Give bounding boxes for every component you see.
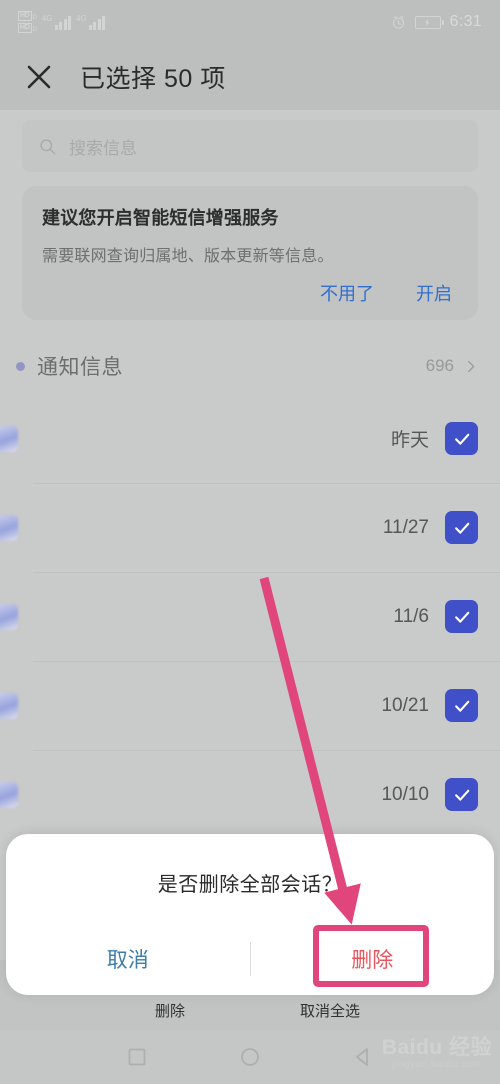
app-bar: 已选择 50 项 — [0, 44, 500, 110]
contact-avatar — [0, 603, 18, 630]
home-circle-icon[interactable] — [238, 1045, 262, 1069]
hd-badge-sim1: HD — [18, 11, 32, 21]
highlight-rectangle — [313, 925, 429, 987]
toolbar-deselect-all-label: 取消全选 — [299, 1002, 360, 1020]
back-triangle-icon[interactable] — [351, 1045, 375, 1069]
promo-title: 建议您开启智能短信增强服务 — [42, 208, 279, 228]
notification-section-header[interactable]: 通知信息 696 — [0, 344, 500, 388]
watermark-sub: jingyan.baidu.com — [392, 1059, 482, 1070]
watermark-main: Baidu 经验 — [381, 1036, 492, 1059]
hd-badge-sim2: HD — [18, 23, 32, 33]
contact-avatar — [0, 692, 18, 719]
conversation-row[interactable]: 10/21 — [0, 661, 500, 750]
conversation-date: 11/6 — [393, 605, 429, 627]
conversation-date: 10/21 — [381, 694, 429, 716]
promo-subtitle: 需要联网查询归属地、版本更新等信息。 — [42, 248, 334, 265]
signal-group-2: 4G — [76, 13, 106, 30]
page-title: 已选择 50 项 — [80, 65, 226, 93]
contact-avatar — [0, 514, 18, 541]
search-icon — [40, 138, 56, 154]
conversation-row[interactable]: 11/27 — [0, 483, 500, 572]
network-type-label-2: 4G — [76, 13, 87, 23]
status-bar-clock: 6:31 — [449, 13, 482, 30]
promo-actions: 不用了 开启 — [42, 280, 458, 310]
dialog-cancel-button[interactable]: 取消 — [6, 944, 250, 974]
conversation-list: 昨天 11/27 11/6 10/21 10/10 — [0, 394, 500, 839]
section-title: 通知信息 — [37, 356, 123, 379]
toolbar-delete-label: 删除 — [154, 1002, 185, 1020]
close-icon[interactable] — [24, 62, 54, 92]
section-count: 696 — [425, 356, 454, 375]
smart-sms-promo-card: 建议您开启智能短信增强服务 需要联网查询归属地、版本更新等信息。 不用了 开启 — [22, 186, 478, 320]
recents-square-icon[interactable] — [125, 1045, 149, 1069]
network-type-label-1: 4G — [41, 13, 53, 23]
conversation-checkbox[interactable] — [445, 689, 478, 722]
conversation-checkbox[interactable] — [445, 422, 478, 455]
signal-group-1: 4G — [41, 13, 72, 30]
unread-dot-icon — [16, 361, 25, 371]
volte-sub-sim2: D — [32, 27, 37, 33]
checkmark-icon — [454, 789, 469, 801]
search-input[interactable]: 搜索信息 — [22, 120, 478, 172]
signal-bars-icon-2 — [88, 15, 106, 30]
checkmark-icon — [454, 611, 469, 623]
volte-icon-sim1: HD D — [18, 11, 37, 21]
volte-sub-sim1: D — [32, 15, 37, 21]
phone-screen: HD D HD D 4G 4G 6:31 已选择 50 项 搜索信息 建议您开启… — [0, 0, 500, 1084]
conversation-row[interactable]: 11/6 — [0, 572, 500, 661]
checkmark-icon — [454, 700, 469, 712]
conversation-row[interactable]: 10/10 — [0, 750, 500, 839]
promo-dismiss-button[interactable]: 不用了 — [320, 280, 374, 306]
signal-bars-icon-1 — [54, 15, 72, 30]
dialog-message: 是否删除全部会话？ — [157, 874, 343, 896]
checkmark-icon — [454, 522, 469, 534]
chevron-right-icon — [468, 360, 475, 372]
status-bar-right: 6:31 — [391, 13, 482, 31]
conversation-checkbox[interactable] — [445, 511, 478, 544]
status-bar-left: HD D HD D 4G 4G — [18, 11, 106, 33]
charging-bolt-icon — [425, 18, 430, 26]
dual-sim-indicator: HD D HD D — [18, 11, 37, 33]
conversation-date: 11/27 — [382, 516, 429, 538]
checkmark-icon — [454, 433, 469, 445]
alarm-clock-icon — [392, 15, 404, 29]
conversation-checkbox[interactable] — [445, 600, 478, 633]
volte-icon-sim2: HD D — [18, 23, 37, 33]
watermark: Baidu 经验 jingyan.baidu.com — [381, 1036, 492, 1071]
contact-avatar — [0, 781, 18, 808]
status-bar: HD D HD D 4G 4G 6:31 — [0, 0, 500, 44]
promo-enable-button[interactable]: 开启 — [416, 280, 452, 306]
conversation-checkbox[interactable] — [445, 778, 478, 811]
battery-charging-icon — [414, 15, 444, 29]
search-placeholder: 搜索信息 — [69, 138, 137, 158]
conversation-row[interactable]: 昨天 — [0, 394, 500, 483]
conversation-date: 昨天 — [390, 430, 429, 451]
conversation-date: 10/10 — [381, 783, 429, 805]
contact-avatar — [0, 425, 18, 452]
